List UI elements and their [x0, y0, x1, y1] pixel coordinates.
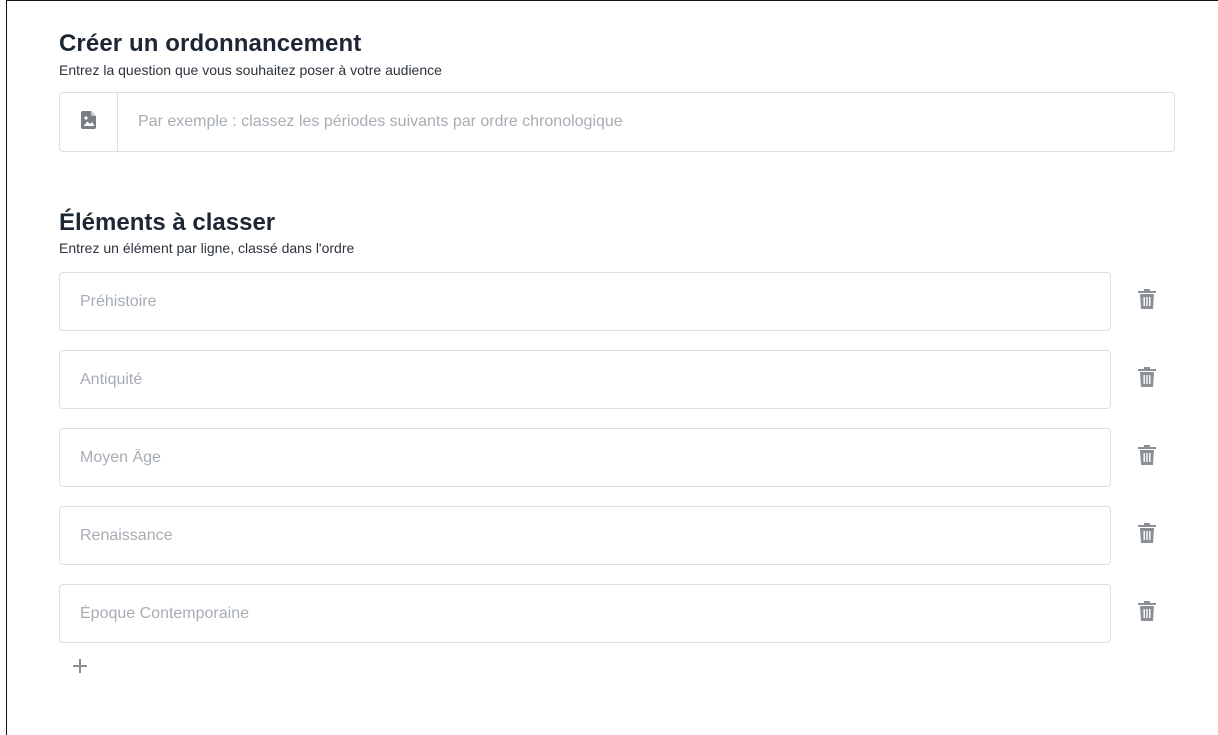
- delete-item-button[interactable]: [1135, 522, 1159, 550]
- item-input-2[interactable]: [59, 350, 1111, 409]
- trash-icon[interactable]: [1138, 445, 1156, 470]
- list-item: [59, 506, 1189, 565]
- question-section-title: Créer un ordonnancement: [59, 30, 362, 57]
- delete-item-button[interactable]: [1135, 288, 1159, 316]
- list-item: [59, 584, 1189, 643]
- trash-icon[interactable]: [1138, 523, 1156, 548]
- item-input-1[interactable]: [59, 272, 1111, 331]
- question-field: [59, 92, 1175, 152]
- trash-icon[interactable]: [1138, 601, 1156, 626]
- list-item: [59, 428, 1189, 487]
- trash-icon[interactable]: [1138, 367, 1156, 392]
- form-content: Créer un ordonnancement Entrez la questi…: [59, 29, 1189, 679]
- item-input-4[interactable]: [59, 506, 1111, 565]
- items-section-title: Éléments à classer: [59, 209, 276, 236]
- item-input-5[interactable]: [59, 584, 1111, 643]
- question-section-subtitle: Entrez la question que vous souhaitez po…: [59, 62, 442, 78]
- question-icon-cell[interactable]: [60, 93, 118, 151]
- delete-item-button[interactable]: [1135, 444, 1159, 472]
- list-item: [59, 350, 1189, 409]
- trash-icon[interactable]: [1138, 289, 1156, 314]
- delete-item-button[interactable]: [1135, 600, 1159, 628]
- item-input-3[interactable]: [59, 428, 1111, 487]
- items-section-subtitle: Entrez un élément par ligne, classé dans…: [59, 240, 355, 256]
- page-frame: Créer un ordonnancement Entrez la questi…: [6, 0, 1218, 735]
- add-item-button[interactable]: [69, 657, 91, 679]
- plus-icon[interactable]: [72, 658, 88, 679]
- items-list: [59, 272, 1189, 643]
- list-item: [59, 272, 1189, 331]
- question-input[interactable]: [118, 93, 1174, 151]
- delete-item-button[interactable]: [1135, 366, 1159, 394]
- image-file-icon[interactable]: [80, 110, 97, 134]
